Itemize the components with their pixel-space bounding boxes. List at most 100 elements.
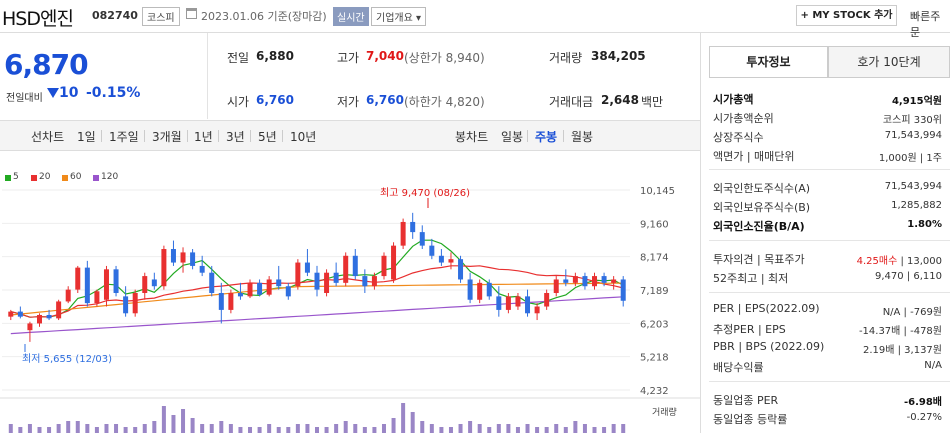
volume-bar — [228, 424, 233, 433]
candle-body — [209, 272, 215, 293]
volume-bar — [190, 418, 195, 433]
prev-close-value: 6,880 — [256, 49, 294, 63]
volume-bar — [8, 424, 13, 433]
volume-bar — [267, 424, 272, 433]
candle-body — [285, 286, 291, 297]
divider — [207, 33, 208, 119]
candle-weekly[interactable]: 주봉 — [535, 128, 557, 145]
candle-daily[interactable]: 일봉 — [501, 128, 523, 145]
volume-bar — [372, 427, 377, 433]
candle-body — [46, 314, 52, 319]
candle-body — [132, 292, 138, 314]
week52-label: 52주최고 | 최저 — [713, 272, 789, 285]
high-label: 고가 — [337, 51, 360, 65]
high-annotation: 최고 9,470 (08/26) — [380, 187, 470, 199]
period-3m[interactable]: 3개월 — [152, 128, 182, 145]
volume-bar — [611, 424, 616, 433]
candle-body — [592, 276, 598, 287]
y-tick-label: 8,174 — [640, 253, 669, 264]
company-info-dropdown[interactable]: 기업개요 ▾ — [371, 7, 426, 26]
volume-bar — [496, 424, 501, 433]
divider — [709, 77, 950, 78]
opinion-value: 4.25매수 | 13,000 — [857, 252, 942, 267]
market-cap-label: 시가총액 — [713, 93, 754, 106]
sector-change-value: -0.27% — [906, 412, 942, 423]
foreign-ratio-label: 외국인소진율(B/A) — [713, 220, 805, 233]
candle-body — [391, 245, 397, 280]
low-annotation: 최저 5,655 (12/03) — [22, 353, 112, 365]
add-my-stock-button[interactable]: + MY STOCK 추가 — [796, 5, 897, 26]
candle-monthly[interactable]: 월봉 — [571, 128, 593, 145]
y-tick-label: 6,203 — [640, 319, 669, 330]
period-10y[interactable]: 10년 — [290, 128, 316, 145]
volume-bar — [515, 427, 520, 433]
candle-body — [515, 296, 521, 307]
candle-body — [314, 272, 320, 290]
opinion-rating: 4.25매수 — [856, 256, 898, 267]
prev-close-label: 전일 — [227, 51, 250, 65]
stock-chart[interactable]: 10,145 9,160 8,174 7,189 6,203 5,218 4,232 최고 9… — [0, 180, 700, 433]
volume-bar — [295, 424, 300, 433]
high-value: 7,040 — [366, 49, 404, 63]
period-1w[interactable]: 1주일 — [109, 128, 139, 145]
candle-body — [496, 296, 502, 310]
volume-bar — [573, 421, 578, 433]
candle-body — [477, 282, 483, 300]
period-1y[interactable]: 1년 — [194, 128, 213, 145]
candle-body — [123, 296, 129, 314]
dividend-value: N/A — [924, 360, 942, 371]
volume-bar — [238, 427, 243, 433]
tab-invest-info[interactable]: 투자정보 — [709, 46, 828, 78]
realtime-button[interactable]: 실시간 — [333, 7, 369, 26]
sector-per-value: -6.98배 — [903, 397, 942, 408]
low-value: 6,760 — [366, 93, 404, 107]
low-label: 저가 — [337, 95, 360, 109]
candle-body — [410, 221, 416, 233]
candle-body — [371, 276, 377, 287]
y-tick-label: 4,232 — [640, 386, 669, 397]
volume-bar — [114, 424, 119, 433]
candle-body — [381, 255, 387, 277]
company-name: HSD엔진 — [2, 8, 74, 30]
candle-body — [84, 267, 90, 304]
sector-per-label: 동일업종 PER — [713, 394, 779, 407]
y-tick-label: 5,218 — [640, 353, 669, 364]
amount-value: 2,648 — [601, 93, 639, 107]
volume-bar — [391, 418, 396, 433]
volume-bar — [544, 427, 549, 433]
open-label: 시가 — [227, 95, 250, 109]
open-value: 6,760 — [256, 93, 294, 107]
period-1d[interactable]: 1일 — [77, 128, 96, 145]
volume-bar — [554, 424, 559, 433]
foreign-held-value: 1,285,882 — [891, 200, 942, 211]
volume-bar — [276, 427, 281, 433]
period-3y[interactable]: 3년 — [226, 128, 245, 145]
volume-bar — [305, 424, 310, 433]
candle-body — [400, 221, 406, 246]
candle-body — [486, 282, 492, 297]
per-eps-label: PER | EPS(2022.09) — [713, 302, 820, 315]
divider — [709, 292, 950, 293]
volume-bar — [152, 421, 157, 433]
line-chart-label: 선차트 — [31, 130, 65, 144]
volume-bar — [94, 427, 99, 433]
candle-body — [180, 252, 186, 263]
volume-bar — [104, 424, 109, 433]
candle-body — [257, 282, 263, 295]
candle-body — [276, 279, 282, 287]
candle-body — [333, 272, 339, 283]
market-cap-rank-value: 코스피 330위 — [882, 115, 942, 126]
tab-order-book[interactable]: 호가 10단계 — [828, 46, 950, 78]
volume-bar — [448, 427, 453, 433]
volume-bar — [334, 424, 339, 433]
volume-bar — [257, 427, 262, 433]
volume-bar — [66, 421, 71, 433]
listed-shares-value: 71,543,994 — [884, 130, 942, 141]
candle-body — [237, 292, 243, 297]
market-cap-rank-label: 시가총액순위 — [713, 112, 774, 125]
candle-body — [572, 276, 578, 283]
volume-bar — [468, 421, 473, 433]
quick-order-link[interactable]: 빠른주문 — [910, 8, 950, 40]
period-5y[interactable]: 5년 — [258, 128, 277, 145]
candle-body — [199, 265, 205, 273]
